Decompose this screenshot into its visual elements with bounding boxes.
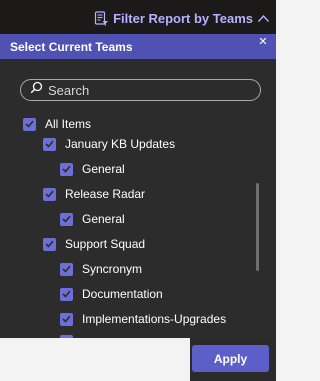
tree-item-general[interactable]: General	[60, 160, 125, 178]
teams-list-panel: All Items January KB Updates General Rel…	[0, 59, 276, 338]
checkbox[interactable]	[60, 262, 73, 276]
checkbox[interactable]	[60, 312, 73, 326]
teams-filter-popup: Filter Report by Teams Select Current Te…	[0, 0, 276, 381]
tree-item-support-squad[interactable]: Support Squad	[43, 235, 145, 253]
checkbox[interactable]	[43, 187, 56, 201]
checkbox[interactable]	[60, 162, 73, 176]
tree-item-release-radar[interactable]: Release Radar	[43, 185, 145, 203]
footer-background	[0, 338, 190, 381]
tree-item-label: General	[82, 162, 125, 176]
tree-item-all-items[interactable]: All Items	[23, 115, 91, 133]
tree-item-syncronym[interactable]: Syncronym	[60, 260, 142, 278]
checkbox[interactable]	[43, 137, 56, 151]
tree-item-label: All Items	[45, 117, 92, 131]
tree-item-documentation[interactable]: Documentation	[60, 285, 163, 303]
checkbox[interactable]	[43, 237, 56, 251]
filter-report-label: Filter Report by Teams	[113, 10, 253, 26]
scrollbar-thumb[interactable]	[256, 183, 259, 271]
tree-item-label: Support Squad	[65, 237, 146, 251]
search-input[interactable]	[48, 82, 248, 98]
tree-item-label: Release Radar	[65, 187, 146, 201]
close-icon[interactable]: ✕	[256, 35, 270, 49]
tree-item-label: Implementations-Upgrades	[82, 312, 227, 326]
panel-header: Select Current Teams ✕	[0, 34, 276, 59]
panel-title: Select Current Teams	[10, 40, 133, 54]
apply-button[interactable]: Apply	[192, 345, 269, 372]
checkbox[interactable]	[60, 212, 73, 226]
tree-item-implementations-upgrades[interactable]: Implementations-Upgrades	[60, 310, 226, 328]
tree-item-label: Syncronym	[82, 262, 143, 276]
search-icon	[30, 81, 43, 99]
tree-item-label: January KB Updates	[65, 137, 176, 151]
tree-item-january-kb-updates[interactable]: January KB Updates	[43, 135, 175, 153]
report-top-bar: Filter Report by Teams	[0, 0, 276, 34]
checkbox[interactable]	[60, 287, 73, 301]
checkbox[interactable]	[23, 117, 36, 131]
filter-report-toggle[interactable]: Filter Report by Teams	[94, 9, 270, 27]
chevron-up-icon	[257, 14, 270, 23]
tree-item-label: General	[82, 212, 125, 226]
tree-item-general[interactable]: General	[60, 210, 125, 228]
search-box	[20, 79, 261, 101]
tree-item-label: Documentation	[82, 287, 163, 301]
filter-list-icon	[94, 10, 109, 26]
